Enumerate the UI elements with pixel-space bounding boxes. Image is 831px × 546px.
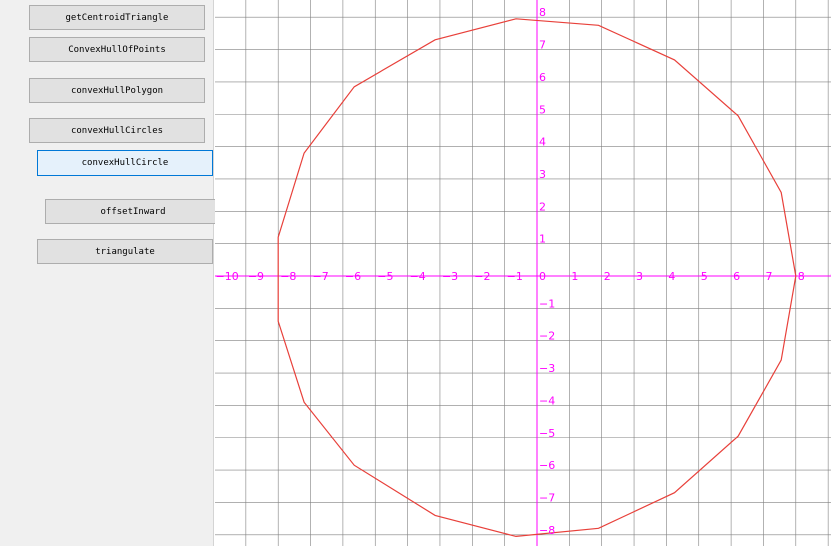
x-tick-label: −2 [474, 270, 490, 283]
x-tick-label: −1 [507, 270, 523, 283]
convex-hull-circles-button[interactable]: convexHullCircles [29, 118, 205, 143]
y-tick-label: 3 [539, 168, 546, 181]
x-tick-label: −5 [377, 270, 393, 283]
y-tick-label: 2 [539, 200, 546, 213]
triangulate-button[interactable]: triangulate [37, 239, 213, 264]
x-tick-label: 4 [668, 270, 675, 283]
y-tick-label: −1 [539, 297, 555, 310]
y-tick-label: −4 [539, 394, 555, 407]
x-tick-label: −10 [216, 270, 239, 283]
x-tick-label: 0 [539, 270, 546, 283]
x-tick-label: −3 [442, 270, 458, 283]
sidebar: getCentroidTriangle ConvexHullOfPoints c… [0, 0, 221, 546]
y-tick-label: 5 [539, 103, 546, 116]
y-tick-label: 1 [539, 233, 546, 246]
coordinate-plot: −10−9−8−7−6−5−4−3−2−1012345678987654321−… [215, 0, 831, 546]
tick-labels: −10−9−8−7−6−5−4−3−2−1012345678987654321−… [216, 6, 831, 537]
x-tick-label: 5 [701, 270, 708, 283]
x-tick-label: 7 [765, 270, 772, 283]
y-tick-label: −7 [539, 491, 555, 504]
x-tick-label: −9 [248, 270, 264, 283]
x-tick-label: −8 [280, 270, 296, 283]
y-tick-label: −2 [539, 330, 555, 343]
offset-inward-button[interactable]: offsetInward [45, 199, 221, 224]
x-tick-label: −4 [410, 270, 426, 283]
x-tick-label: 2 [604, 270, 611, 283]
app-window: getCentroidTriangle ConvexHullOfPoints c… [0, 0, 831, 546]
x-tick-label: −6 [345, 270, 361, 283]
get-centroid-triangle-button[interactable]: getCentroidTriangle [29, 5, 205, 30]
y-tick-label: 7 [539, 39, 546, 52]
x-tick-label: −7 [313, 270, 329, 283]
convex-hull-circle-button[interactable]: convexHullCircle [37, 150, 213, 176]
y-tick-label: 8 [539, 6, 546, 19]
x-tick-label: 3 [636, 270, 643, 283]
y-tick-label: −3 [539, 362, 555, 375]
x-tick-label: 1 [571, 270, 578, 283]
y-tick-label: 4 [539, 136, 546, 149]
y-tick-label: −8 [539, 524, 555, 537]
x-tick-label: 6 [733, 270, 740, 283]
convex-hull-polygon-button[interactable]: convexHullPolygon [29, 78, 205, 103]
convex-hull-of-points-button[interactable]: ConvexHullOfPoints [29, 37, 205, 62]
y-tick-label: 6 [539, 71, 546, 84]
drawing-canvas[interactable]: −10−9−8−7−6−5−4−3−2−1012345678987654321−… [215, 0, 831, 546]
y-tick-label: −6 [539, 459, 555, 472]
x-tick-label: 8 [798, 270, 805, 283]
y-tick-label: −5 [539, 427, 555, 440]
